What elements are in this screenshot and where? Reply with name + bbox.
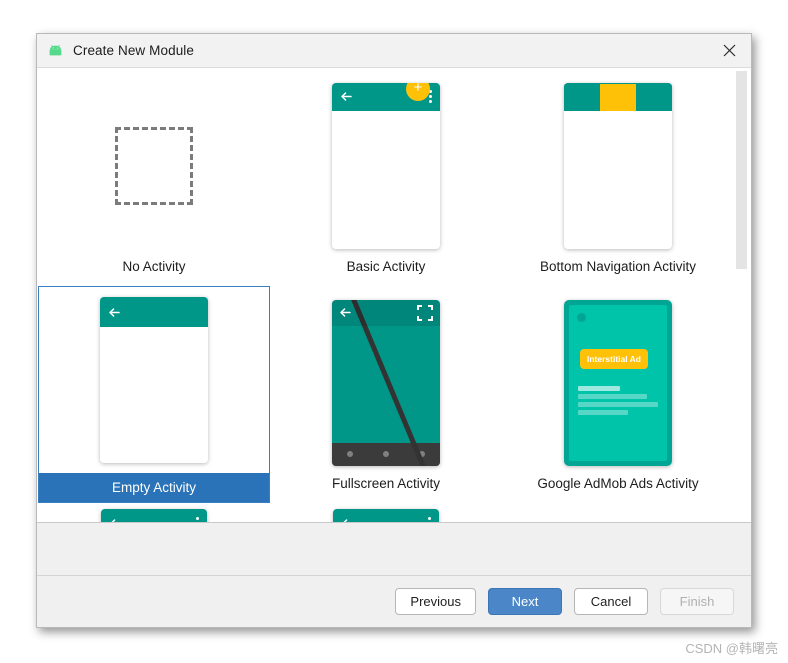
template-card-partial[interactable] — [502, 503, 734, 522]
dialog-detail-panel — [37, 522, 751, 575]
previous-button[interactable]: Previous — [395, 588, 476, 615]
placeholder-line — [578, 409, 629, 415]
phone-mock — [333, 509, 439, 522]
template-card-google-admob-ads-activity[interactable]: Interstitial Ad Google AdMob Ads Activit… — [502, 286, 734, 503]
expand-fullscreen-icon — [417, 304, 433, 321]
phone-appbar — [100, 297, 208, 327]
template-label: Bottom Navigation Activity — [539, 259, 697, 274]
bottom-nav-segment — [564, 83, 600, 111]
template-thumbnail-empty-activity — [39, 287, 269, 473]
next-button[interactable]: Next — [488, 588, 562, 615]
template-thumbnail-partial — [271, 504, 501, 522]
dialog-title: Create New Module — [73, 43, 195, 58]
phone-mock — [100, 297, 208, 463]
back-arrow-icon — [341, 517, 354, 522]
gallery-scrollbar[interactable] — [735, 68, 750, 522]
template-grid: No Activity + Basic Activity Bottom Navi… — [37, 68, 735, 503]
interstitial-ad-badge: Interstitial Ad — [580, 348, 648, 369]
template-label: Google AdMob Ads Activity — [537, 476, 699, 491]
bottom-navigation-bar — [564, 83, 672, 111]
dashed-placeholder-icon — [115, 126, 193, 205]
template-card-bottom-navigation-activity[interactable]: Bottom Navigation Activity — [502, 69, 734, 286]
template-thumbnail-fullscreen-activity — [271, 287, 501, 476]
template-label: Fullscreen Activity — [331, 476, 441, 491]
finish-button: Finish — [660, 588, 734, 615]
template-thumbnail-bottom-navigation-activity — [503, 70, 733, 259]
placeholder-line — [578, 393, 647, 399]
template-card-partial[interactable] — [38, 503, 270, 522]
template-grid-next-row-partial — [37, 503, 735, 522]
phone-mock — [101, 509, 207, 522]
android-robot-icon — [47, 44, 64, 58]
template-label: No Activity — [122, 259, 186, 274]
template-label-selected: Empty Activity — [39, 473, 269, 502]
back-arrow-icon — [109, 517, 122, 522]
phone-appbar — [333, 509, 439, 522]
phone-mock-fullscreen — [332, 299, 440, 466]
phone-mock: + — [332, 82, 440, 249]
cancel-button[interactable]: Cancel — [574, 588, 648, 615]
template-card-no-activity[interactable]: No Activity — [38, 69, 270, 286]
bottom-nav-segment-active — [600, 83, 636, 111]
bottom-nav-segment — [636, 83, 672, 111]
overflow-menu-icon — [428, 516, 431, 522]
gallery-scrollbar-thumb[interactable] — [736, 71, 747, 269]
placeholder-text-lines — [578, 385, 658, 418]
dialog-titlebar: Create New Module — [37, 34, 751, 68]
template-label: Basic Activity — [346, 259, 426, 274]
template-card-empty-activity[interactable]: Empty Activity — [38, 286, 270, 503]
phone-mock-admob: Interstitial Ad — [564, 299, 672, 466]
phone-mock — [564, 82, 672, 249]
back-arrow-icon — [108, 306, 121, 319]
template-thumbnail-basic-activity: + — [271, 70, 501, 259]
template-card-fullscreen-activity[interactable]: Fullscreen Activity — [270, 286, 502, 503]
template-card-basic-activity[interactable]: + Basic Activity — [270, 69, 502, 286]
template-gallery-viewport: No Activity + Basic Activity Bottom Navi… — [37, 68, 735, 522]
placeholder-line — [578, 385, 620, 391]
watermark: CSDN @韩曙亮 — [685, 641, 778, 656]
create-new-module-dialog: Create New Module No Activity + Basic Ac… — [36, 33, 752, 628]
template-thumbnail-no-activity — [39, 70, 269, 259]
placeholder-line — [578, 401, 658, 407]
phone-appbar — [101, 509, 207, 522]
admob-screen: Interstitial Ad — [569, 304, 667, 461]
template-card-partial[interactable] — [270, 503, 502, 522]
dialog-button-bar: Previous Next Cancel Finish — [37, 575, 751, 627]
phone-appbar-translucent — [332, 299, 440, 326]
template-thumbnail-partial — [39, 504, 269, 522]
circle-avatar-icon — [577, 312, 586, 322]
template-thumbnail-google-admob-ads-activity: Interstitial Ad — [503, 287, 733, 476]
close-icon[interactable] — [707, 34, 751, 67]
overflow-menu-icon — [196, 516, 199, 522]
back-arrow-icon — [340, 90, 353, 103]
back-arrow-icon — [339, 306, 352, 319]
template-gallery: No Activity + Basic Activity Bottom Navi… — [37, 68, 751, 522]
